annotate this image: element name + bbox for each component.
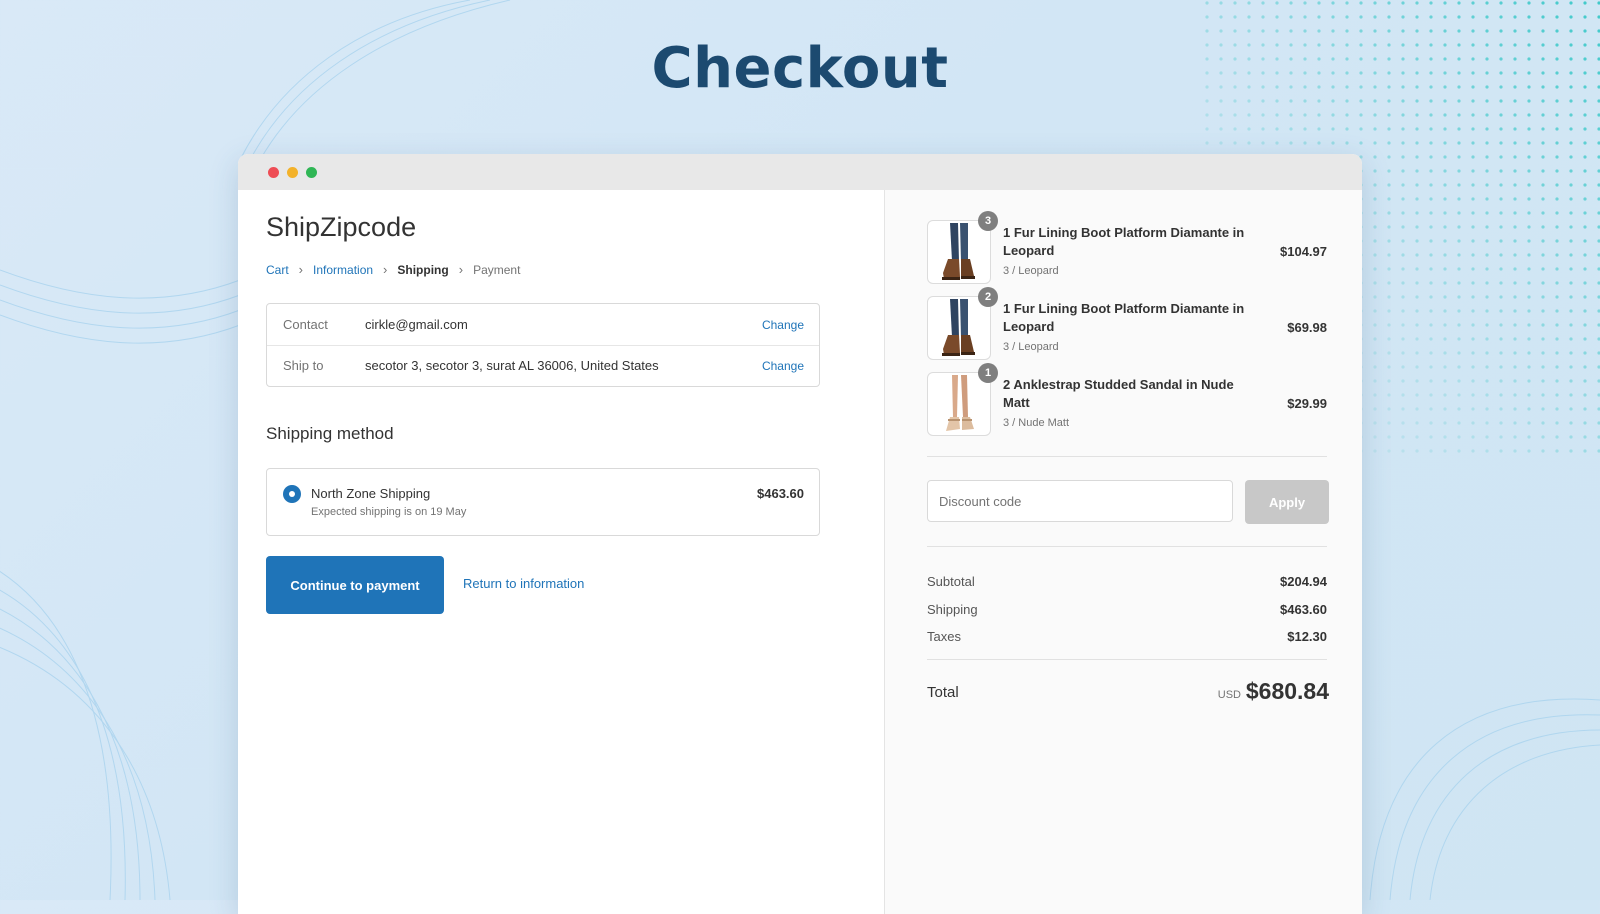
- item-variant: 3 / Nude Matt: [1003, 417, 1070, 429]
- total-value: $680.84: [1245, 678, 1329, 704]
- total-currency: USD: [1217, 689, 1241, 701]
- summary-divider: [927, 456, 1327, 457]
- review-label: Ship to: [283, 358, 324, 373]
- item-price: $104.97: [1280, 244, 1327, 259]
- cart-item: 3 1 Fur Lining Boot Platform Diamante in…: [927, 211, 1327, 284]
- shipping-option-name: North Zone Shipping: [311, 486, 431, 501]
- browser-window: ShipZipcode Cart › Information › Shippin…: [238, 154, 1362, 914]
- window-minimize-dot[interactable]: [287, 167, 298, 178]
- sandal-product-photo: [927, 372, 991, 436]
- quantity-badge: 1: [978, 363, 998, 383]
- boot-product-photo: [927, 296, 991, 360]
- summary-divider: [927, 659, 1327, 660]
- continue-to-payment-button[interactable]: Continue to payment: [266, 556, 444, 614]
- cart-item: 2 1 Fur Lining Boot Platform Diamante in…: [927, 287, 1327, 360]
- change-contact-link[interactable]: Change: [762, 318, 804, 332]
- review-row-contact: Contact cirkle@gmail.com Change: [267, 304, 819, 346]
- shipping-value: $463.60: [1280, 602, 1327, 617]
- chevron-right-icon: ›: [298, 262, 304, 277]
- quantity-badge: 3: [978, 211, 998, 231]
- breadcrumb: Cart › Information › Shipping › Payment: [266, 262, 520, 277]
- contact-email: cirkle@gmail.com: [365, 317, 468, 332]
- chevron-right-icon: ›: [458, 262, 464, 277]
- taxes-value: $12.30: [1287, 629, 1327, 644]
- breadcrumb-cart[interactable]: Cart: [266, 263, 289, 277]
- store-name: ShipZipcode: [266, 212, 417, 242]
- review-block: Contact cirkle@gmail.com Change Ship to …: [266, 303, 820, 387]
- breadcrumb-payment: Payment: [473, 262, 521, 277]
- checkout-main: ShipZipcode Cart › Information › Shippin…: [238, 190, 884, 914]
- shipping-option-radio[interactable]: [283, 485, 301, 503]
- shipping-option-note: Expected shipping is on 19 May: [311, 506, 467, 518]
- boot-product-photo: [927, 220, 991, 284]
- chevron-right-icon: ›: [383, 262, 388, 277]
- shipping-label: Shipping: [927, 602, 978, 617]
- apply-discount-button[interactable]: Apply: [1245, 480, 1329, 524]
- page-headline: Checkout: [651, 36, 949, 101]
- review-row-ship-to: Ship to secotor 3, secotor 3, surat AL 3…: [267, 345, 819, 386]
- subtotal-value: $204.94: [1280, 574, 1327, 589]
- breadcrumb-information[interactable]: Information: [313, 263, 373, 277]
- review-label: Contact: [283, 317, 328, 332]
- shipping-option-price: $463.60: [757, 486, 804, 501]
- window-close-dot[interactable]: [268, 167, 279, 178]
- item-price: $69.98: [1287, 320, 1327, 335]
- item-variant: 3 / Leopard: [1003, 341, 1059, 353]
- cart-item: 1 2 Anklestrap Studded Sandal in Nude Ma…: [927, 363, 1327, 436]
- taxes-label: Taxes: [927, 629, 961, 644]
- summary-divider: [927, 546, 1327, 547]
- item-price: $29.99: [1287, 396, 1327, 411]
- breadcrumb-shipping: Shipping: [397, 262, 449, 277]
- shipping-method-title: Shipping method: [266, 424, 394, 443]
- change-address-link[interactable]: Change: [762, 359, 804, 373]
- item-title: 2 Anklestrap Studded Sandal in Nude Matt: [1003, 377, 1234, 410]
- quantity-badge: 2: [978, 287, 998, 307]
- subtotal-label: Subtotal: [927, 574, 975, 589]
- item-title: 1 Fur Lining Boot Platform Diamante in L…: [1003, 225, 1245, 258]
- order-summary: 3 1 Fur Lining Boot Platform Diamante in…: [884, 190, 1362, 914]
- item-title: 1 Fur Lining Boot Platform Diamante in L…: [1003, 301, 1245, 334]
- window-titlebar: [238, 154, 1362, 190]
- discount-code-input[interactable]: [927, 480, 1233, 522]
- shipping-option[interactable]: North Zone Shipping Expected shipping is…: [266, 468, 820, 536]
- total-label: Total: [927, 684, 959, 701]
- return-to-information-link[interactable]: Return to information: [463, 576, 584, 591]
- window-maximize-dot[interactable]: [306, 167, 317, 178]
- shipping-address: secotor 3, secotor 3, surat AL 36006, Un…: [365, 358, 659, 373]
- item-variant: 3 / Leopard: [1003, 265, 1059, 277]
